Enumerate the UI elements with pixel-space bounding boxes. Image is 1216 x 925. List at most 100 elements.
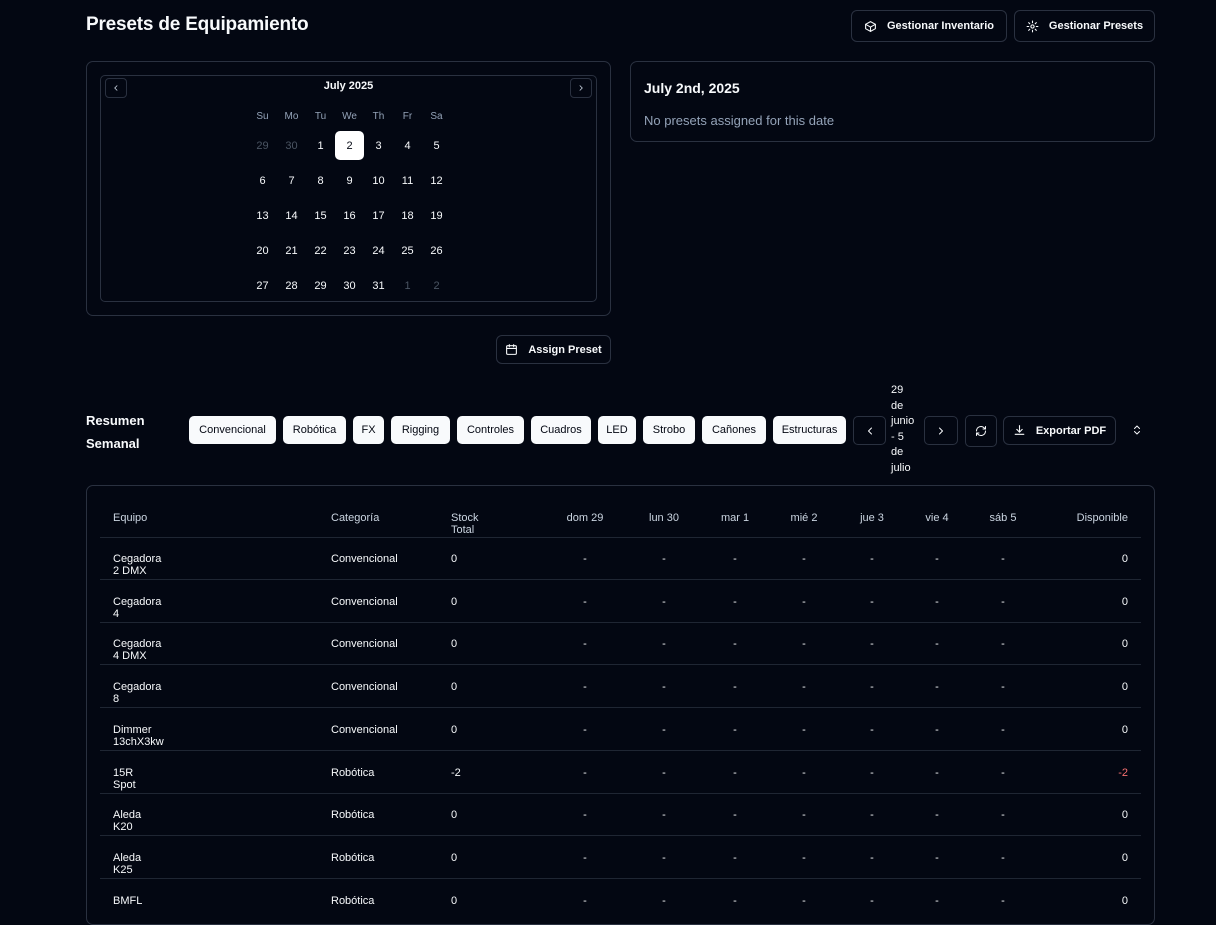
calendar-day[interactable]: 28 [277,271,306,300]
calendar-day[interactable]: 1 [306,131,335,160]
calendar-day[interactable]: 5 [422,131,451,160]
calendar-day[interactable]: 14 [277,201,306,230]
table-cell: -2 [1118,766,1128,779]
row-divider [100,749,1141,751]
filter-cuadros[interactable]: Cuadros [531,416,591,444]
table-cell: 0 [1121,638,1128,651]
calendar-day[interactable]: 20 [248,236,277,265]
calendar-day[interactable]: 4 [393,131,422,160]
calendar-week: 6 7 8 9 10 11 12 [248,166,451,195]
column-header: Stock Total [451,512,479,536]
table-cell: BMFL [113,894,143,907]
table-cell: 0 [1121,595,1128,608]
weekday-header: Su Mo Tu We Th Fr Sa [248,111,451,122]
table-cell: - [662,595,666,608]
assign-preset-button[interactable]: Assign Preset [496,335,611,364]
calendar-day[interactable]: 7 [277,166,306,195]
table-cell: - [583,723,587,736]
filter-led[interactable]: LED [598,416,636,444]
table-cell: Robótica [331,894,375,907]
filter-strobo[interactable]: Strobo [643,416,695,444]
table-cell: 0 [451,809,458,822]
calendar-day[interactable]: 18 [393,201,422,230]
calendar-day[interactable]: 9 [335,166,364,195]
table-cell: 0 [451,851,458,864]
next-week-button[interactable] [924,416,958,445]
table-cell: - [662,638,666,651]
table-cell: - [662,766,666,779]
calendar-day[interactable]: 19 [422,201,451,230]
calendar-day[interactable]: 2 [422,271,451,300]
table-cell: - [733,894,737,907]
calendar-day[interactable]: 30 [277,131,306,160]
table-cell: Aleda K25 [113,851,142,876]
table-cell: - [733,681,737,694]
table-cell: 0 [451,553,458,565]
calendar-day[interactable]: 25 [393,236,422,265]
collapse-toggle-button[interactable] [1128,421,1146,439]
manage-presets-button[interactable]: Gestionar Presets [1014,10,1155,42]
calendar-day-selected[interactable]: 2 [335,131,364,160]
calendar-day[interactable]: 8 [306,166,335,195]
table-cell: Cegadora 4 [113,595,162,620]
calendar-day[interactable]: 31 [364,271,393,300]
calendar-day[interactable]: 6 [248,166,277,195]
table-cell: 0 [451,681,458,694]
calendar-day[interactable]: 10 [364,166,393,195]
week-range-line: de [891,446,904,459]
table-cell: - [583,894,587,907]
table-cell: Convencional [331,681,398,694]
table-cell: Robótica [331,766,375,779]
weekly-summary-title: Resumen Semanal [86,409,166,455]
export-pdf-button[interactable]: Exportar PDF [1003,416,1116,445]
calendar-day[interactable]: 11 [393,166,422,195]
calendar-day[interactable]: 24 [364,236,393,265]
calendar-day[interactable]: 29 [306,271,335,300]
calendar-day[interactable]: 15 [306,201,335,230]
filter-robotica[interactable]: Robótica [283,416,346,444]
manage-inventory-button[interactable]: Gestionar Inventario [851,10,1007,42]
filter-fx[interactable]: FX [353,416,384,444]
table-cell: Cegadora 4 DMX [113,638,162,663]
calendar-week: 27 28 29 30 31 1 2 [248,271,451,300]
table-cell: - [583,809,587,822]
week-range-line: de [891,399,904,412]
weekday-label: Th [372,111,385,122]
prev-week-button[interactable] [853,416,886,445]
calendar-day[interactable]: 26 [422,236,451,265]
table-cell: 0 [1121,723,1128,736]
calendar-day[interactable]: 3 [364,131,393,160]
calendar-month-label: July 2025 [323,80,374,92]
table-cell: - [583,595,587,608]
filter-convencional[interactable]: Convencional [189,416,276,444]
calendar-day[interactable]: 22 [306,236,335,265]
calendar-day[interactable]: 12 [422,166,451,195]
chevron-left-icon [864,425,876,437]
filter-rigging[interactable]: Rigging [391,416,450,444]
table-cell: - [733,766,737,779]
filter-canones[interactable]: Cañones [702,416,766,444]
column-header: lun 30 [649,512,679,524]
calendar-day[interactable]: 16 [335,201,364,230]
manage-presets-label: Gestionar Presets [1048,20,1144,32]
calendar-day[interactable]: 23 [335,236,364,265]
gear-icon [1026,20,1039,33]
table-cell: Robótica [331,851,375,864]
calendar-day[interactable]: 1 [393,271,422,300]
calendar-day[interactable]: 27 [248,271,277,300]
calendar-day[interactable]: 17 [364,201,393,230]
row-divider [100,792,1141,794]
filter-controles[interactable]: Controles [457,416,524,444]
column-header: dom 29 [566,512,604,524]
column-header: mar 1 [720,512,750,524]
calendar-day[interactable]: 21 [277,236,306,265]
calendar-day[interactable]: 29 [248,131,277,160]
filter-estructuras[interactable]: Estructuras [773,416,846,444]
calendar-day[interactable]: 13 [248,201,277,230]
calendar-day[interactable]: 30 [335,271,364,300]
table-cell: - [662,723,666,736]
selected-date-card [630,61,1155,142]
refresh-button[interactable] [965,415,997,447]
week-range-line: junio [891,415,915,428]
week-range-line: - 5 [891,430,904,443]
